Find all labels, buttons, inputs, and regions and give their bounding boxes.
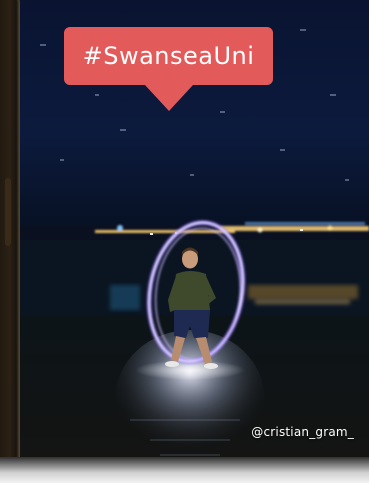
tag-pointer [145, 85, 193, 111]
hashtag-tag[interactable]: #SwanseaUni [64, 27, 273, 85]
bottom-edge [0, 457, 369, 483]
phone-side-button [5, 178, 11, 246]
social-post-frame: #SwanseaUni @cristian_gram_ [0, 0, 369, 483]
hashtag-label: #SwanseaUni [82, 42, 255, 70]
photo-credit: @cristian_gram_ [251, 425, 354, 439]
